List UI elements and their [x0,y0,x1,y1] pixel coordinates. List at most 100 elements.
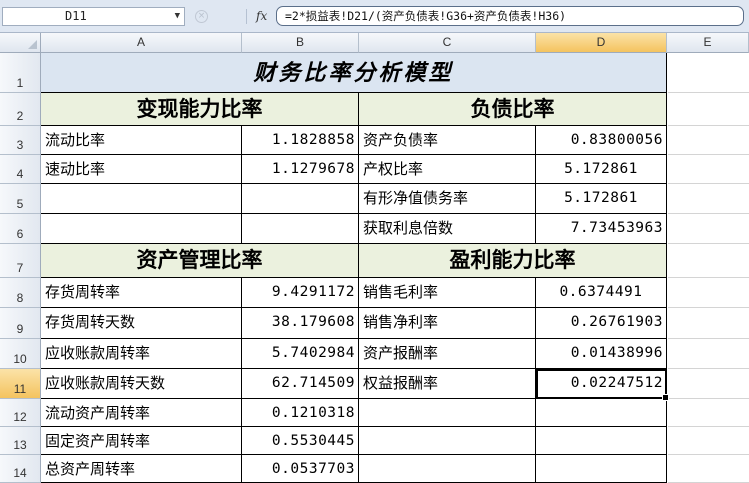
row-header-3[interactable]: 3 [0,126,41,155]
cell-a9[interactable]: 存货周转天数 [41,308,242,339]
cell-c6[interactable]: 获取利息倍数 [359,214,536,244]
cell-a8[interactable]: 存货周转率 [41,278,242,308]
cell-c14[interactable] [359,455,536,483]
cell-c9[interactable]: 销售净利率 [359,308,536,339]
cell-d11[interactable]: 0.02247512 [536,369,667,399]
empty-cell[interactable] [668,126,749,155]
cell-b9[interactable]: 38.179608 [242,308,359,339]
cell-b4[interactable]: 1.1279678 [242,155,359,184]
empty-cell[interactable] [668,427,749,455]
section-header-liquidity[interactable]: 变现能力比率 [41,93,359,126]
empty-cell[interactable] [668,339,749,369]
empty-cell[interactable] [668,455,749,483]
cell-a4[interactable]: 速动比率 [41,155,242,184]
row-number: 8 [16,291,24,305]
cell-a5[interactable] [41,184,242,214]
empty-cell[interactable] [668,308,749,339]
cell-d9[interactable]: 0.26761903 [536,308,667,339]
empty-cell[interactable] [668,244,749,278]
row-header-7[interactable]: 7 [0,244,41,278]
row-number: 14 [13,466,27,480]
cell-a10[interactable]: 应收账款周转率 [41,339,242,369]
cell-d14[interactable] [536,455,667,483]
sheet-title[interactable]: 财务比率分析模型 [41,53,667,93]
cell-c3[interactable]: 资产负债率 [359,126,536,155]
divider [246,9,247,24]
cell-c13[interactable] [359,427,536,455]
row-number: 3 [16,138,24,152]
empty-cell[interactable] [668,214,749,244]
empty-cell[interactable] [668,369,749,399]
cell-a11[interactable]: 应收账款周转天数 [41,369,242,399]
column-header-e[interactable]: E [667,33,749,53]
cell-b13[interactable]: 0.5530445 [242,427,359,455]
section-header-asset-management[interactable]: 资产管理比率 [41,244,359,278]
cell-b8[interactable]: 9.4291172 [242,278,359,308]
cell-b14[interactable]: 0.0537703 [242,455,359,483]
cell-b5[interactable] [242,184,359,214]
cell-b10[interactable]: 5.7402984 [242,339,359,369]
cell-a3[interactable]: 流动比率 [41,126,242,155]
cancel-icon[interactable]: × [195,10,208,23]
row-number: 9 [16,322,24,336]
cell-a12[interactable]: 流动资产周转率 [41,399,242,427]
empty-cell[interactable] [668,53,749,93]
row-number: 12 [13,410,27,424]
row-header-4[interactable]: 4 [0,155,41,184]
cell-c4[interactable]: 产权比率 [359,155,536,184]
cell-d5[interactable]: 5.172861 [536,184,667,214]
column-header-a[interactable]: A [41,33,242,53]
cell-d8[interactable]: 0.6374491 [536,278,667,308]
row-header-2[interactable]: 2 [0,93,41,126]
cell-d10[interactable]: 0.01438996 [536,339,667,369]
name-box-value: D11 [65,9,87,23]
cell-a6[interactable] [41,214,242,244]
row-header-1[interactable]: 1 [0,53,41,93]
cell-d4[interactable]: 5.172861 [536,155,667,184]
empty-cell[interactable] [668,155,749,184]
cell-a14[interactable]: 总资产周转率 [41,455,242,483]
row-header-5[interactable]: 5 [0,184,41,214]
select-all-corner[interactable] [0,33,41,53]
column-header-d[interactable]: D [536,33,667,53]
empty-cell[interactable] [668,184,749,214]
empty-cell[interactable] [668,278,749,308]
row-header-8[interactable]: 8 [0,278,41,308]
cell-d12[interactable] [536,399,667,427]
row-header-10[interactable]: 10 [0,339,41,369]
cell-c11[interactable]: 权益报酬率 [359,369,536,399]
cell-c5[interactable]: 有形净值债务率 [359,184,536,214]
formula-input[interactable]: =2*损益表!D21/(资产负债表!G36+资产负债表!H36) [276,6,744,26]
chevron-down-icon[interactable]: ▼ [175,8,180,25]
cell-d13[interactable] [536,427,667,455]
row-header-6[interactable]: 6 [0,214,41,244]
cell-b3[interactable]: 1.1828858 [242,126,359,155]
section-header-debt[interactable]: 负债比率 [359,93,667,126]
cell-d3[interactable]: 0.83800056 [536,126,667,155]
column-header-b[interactable]: B [242,33,359,53]
section-header-profitability[interactable]: 盈利能力比率 [359,244,667,278]
empty-cell[interactable] [668,399,749,427]
row-header-12[interactable]: 12 [0,399,41,427]
cell-b6[interactable] [242,214,359,244]
row-header-14[interactable]: 14 [0,455,41,483]
cell-d6[interactable]: 7.73453963 [536,214,667,244]
row-number: 11 [13,382,27,396]
cell-c12[interactable] [359,399,536,427]
row-number: 4 [16,167,24,181]
cell-c8[interactable]: 销售毛利率 [359,278,536,308]
row-header-13[interactable]: 13 [0,427,41,455]
cell-a13[interactable]: 固定资产周转率 [41,427,242,455]
name-box[interactable]: D11 ▼ [2,7,185,26]
row-number: 13 [13,438,27,452]
empty-cell[interactable] [668,93,749,126]
cell-b11[interactable]: 62.714509 [242,369,359,399]
row-header-11[interactable]: 11 [0,369,41,399]
column-header-c[interactable]: C [359,33,536,53]
insert-function-button[interactable]: fx [256,9,267,23]
cell-b12[interactable]: 0.1210318 [242,399,359,427]
cell-c10[interactable]: 资产报酬率 [359,339,536,369]
row-number: 6 [16,227,24,241]
formula-bar: D11 ▼ × fx =2*损益表!D21/(资产负债表!G36+资产负债表!H… [0,0,749,33]
row-header-9[interactable]: 9 [0,308,41,339]
